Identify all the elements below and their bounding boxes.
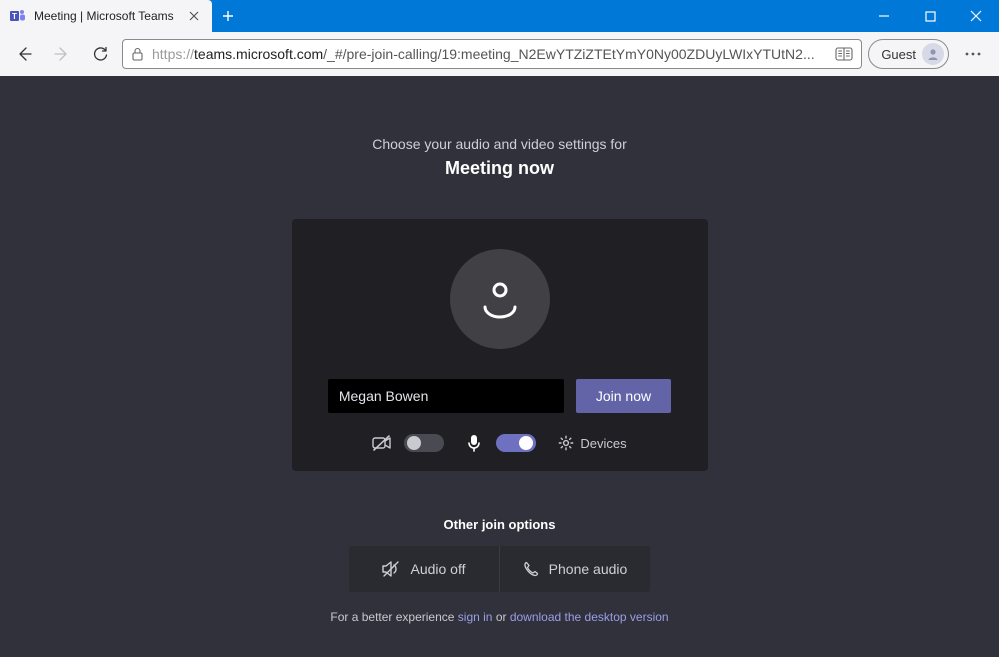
sign-in-link[interactable]: sign in [458,610,493,624]
footer-or: or [492,610,509,624]
name-input[interactable] [328,379,564,413]
lock-icon [131,47,144,61]
new-tab-button[interactable] [212,0,244,32]
phone-audio-button[interactable]: Phone audio [500,546,650,592]
svg-text:T: T [12,12,17,21]
url-host: teams.microsoft.com [194,46,323,62]
teams-prejoin-page: Choose your audio and video settings for… [0,76,999,657]
tab-title: Meeting | Microsoft Teams [34,9,178,23]
close-tab-button[interactable] [186,8,202,24]
audio-off-label: Audio off [410,561,465,577]
audio-off-button[interactable]: Audio off [349,546,499,592]
reader-view-icon[interactable] [835,47,853,61]
url-scheme: https:// [152,46,194,62]
url-path: /_#/pre-join-calling/19:meeting_N2EwYTZi… [323,46,814,62]
footer-text: For a better experience sign in or downl… [330,610,668,624]
heading-title: Meeting now [445,158,554,179]
speaker-off-icon [382,561,400,577]
back-button[interactable] [8,38,40,70]
address-bar[interactable]: https://teams.microsoft.com/_#/pre-join-… [122,39,862,69]
footer-prefix: For a better experience [330,610,457,624]
devices-button[interactable]: Devices [558,435,626,451]
av-controls-row: Devices [372,433,626,453]
phone-icon [523,561,539,577]
name-join-row: Join now [316,379,684,413]
window-minimize-button[interactable] [861,0,907,32]
teams-favicon-icon: T [10,8,26,24]
window-maximize-button[interactable] [907,0,953,32]
browser-toolbar: https://teams.microsoft.com/_#/pre-join-… [0,32,999,76]
phone-audio-label: Phone audio [549,561,628,577]
microphone-icon [464,433,484,453]
camera-toggle[interactable] [404,434,444,452]
avatar-placeholder-icon [450,249,550,349]
heading-subtitle: Choose your audio and video settings for [372,136,627,152]
profile-button[interactable]: Guest [868,39,949,69]
titlebar-spacer [244,0,861,32]
gear-icon [558,435,574,451]
url-text: https://teams.microsoft.com/_#/pre-join-… [152,46,827,62]
video-preview-panel: Join now [292,219,708,471]
refresh-button[interactable] [84,38,116,70]
camera-off-icon [372,433,392,453]
browser-tab[interactable]: T Meeting | Microsoft Teams [0,0,212,32]
join-now-button[interactable]: Join now [576,379,671,413]
microphone-toggle[interactable] [496,434,536,452]
other-options-row: Audio off Phone audio [349,546,650,592]
download-desktop-link[interactable]: download the desktop version [510,610,669,624]
window-close-button[interactable] [953,0,999,32]
forward-button[interactable] [46,38,78,70]
profile-avatar-icon [922,43,944,65]
browser-menu-button[interactable] [955,38,991,70]
devices-label: Devices [580,436,626,451]
window-titlebar: T Meeting | Microsoft Teams [0,0,999,32]
profile-label: Guest [881,47,916,62]
other-options-heading: Other join options [444,517,556,532]
